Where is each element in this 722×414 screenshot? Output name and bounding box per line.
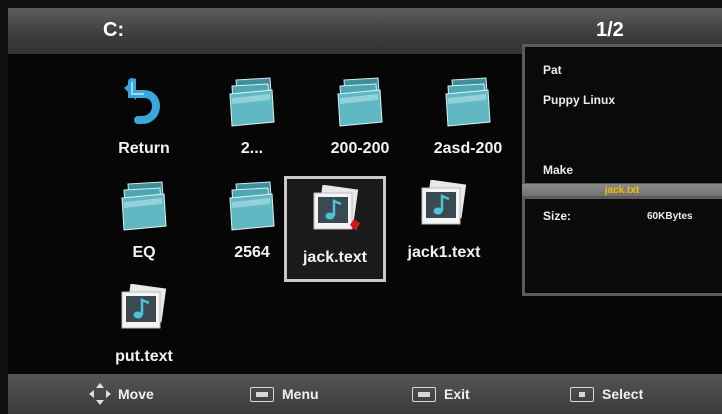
menu-key-icon bbox=[250, 386, 274, 402]
info-line-1: Pat bbox=[543, 63, 562, 77]
item-label: 2... bbox=[240, 140, 264, 157]
item-folder[interactable]: 200-200 bbox=[308, 74, 412, 166]
exit-hint[interactable]: Exit bbox=[412, 374, 470, 414]
item-folder[interactable]: 2... bbox=[200, 74, 304, 166]
size-label: Size: bbox=[543, 209, 572, 223]
menu-hint[interactable]: Menu bbox=[250, 374, 319, 414]
move-hint-label: Move bbox=[118, 386, 154, 402]
drive-label: C: bbox=[103, 19, 125, 41]
file-size-panel: Size: 60KBytes bbox=[522, 196, 722, 296]
item-label: jack.text bbox=[302, 249, 368, 266]
move-hint[interactable]: Move bbox=[86, 374, 154, 414]
music-file-icon bbox=[313, 185, 360, 231]
item-label: put.text bbox=[115, 348, 173, 365]
file-info-panel: Pat Puppy Linux Make bbox=[522, 44, 722, 186]
music-file-icon bbox=[121, 284, 167, 329]
info-line-3: Make bbox=[543, 163, 574, 177]
menu-hint-label: Menu bbox=[282, 386, 319, 402]
folder-icon bbox=[445, 77, 491, 127]
folder-icon bbox=[229, 77, 275, 127]
exit-hint-label: Exit bbox=[444, 386, 470, 402]
item-label: EQ bbox=[132, 244, 156, 261]
exit-key-icon bbox=[412, 386, 436, 402]
item-music-file-selected[interactable]: jack.text bbox=[284, 176, 386, 282]
media-browser: C: 1/2 Return 2... 200-200 2asd-200 EQ 2… bbox=[8, 8, 722, 414]
dpad-arrows-icon bbox=[89, 383, 111, 405]
item-music-file[interactable]: put.text bbox=[92, 282, 196, 374]
select-key-icon bbox=[570, 386, 594, 402]
footer-bar: Move Menu Exit Select bbox=[8, 374, 722, 414]
item-music-file[interactable]: jack1.text bbox=[392, 178, 496, 270]
item-folder[interactable]: EQ bbox=[92, 178, 196, 270]
item-label: Return bbox=[118, 140, 170, 157]
folder-icon bbox=[121, 181, 167, 231]
info-line-2: Puppy Linux bbox=[543, 93, 615, 107]
folder-icon bbox=[337, 77, 383, 127]
item-return[interactable]: Return bbox=[92, 74, 196, 166]
size-value: 60KBytes bbox=[647, 211, 693, 222]
page-indicator: 1/2 bbox=[596, 19, 624, 41]
item-label: 2asd-200 bbox=[433, 140, 503, 157]
folder-icon bbox=[229, 181, 275, 231]
item-label: 200-200 bbox=[330, 140, 390, 157]
select-hint[interactable]: Select bbox=[570, 374, 643, 414]
select-hint-label: Select bbox=[602, 386, 644, 402]
return-arrow-icon bbox=[124, 78, 161, 124]
item-label: jack1.text bbox=[407, 244, 481, 261]
music-file-icon bbox=[421, 180, 467, 225]
file-grid: Return 2... 200-200 2asd-200 EQ 2564 jac… bbox=[92, 74, 524, 374]
item-folder[interactable]: 2asd-200 bbox=[416, 74, 520, 166]
